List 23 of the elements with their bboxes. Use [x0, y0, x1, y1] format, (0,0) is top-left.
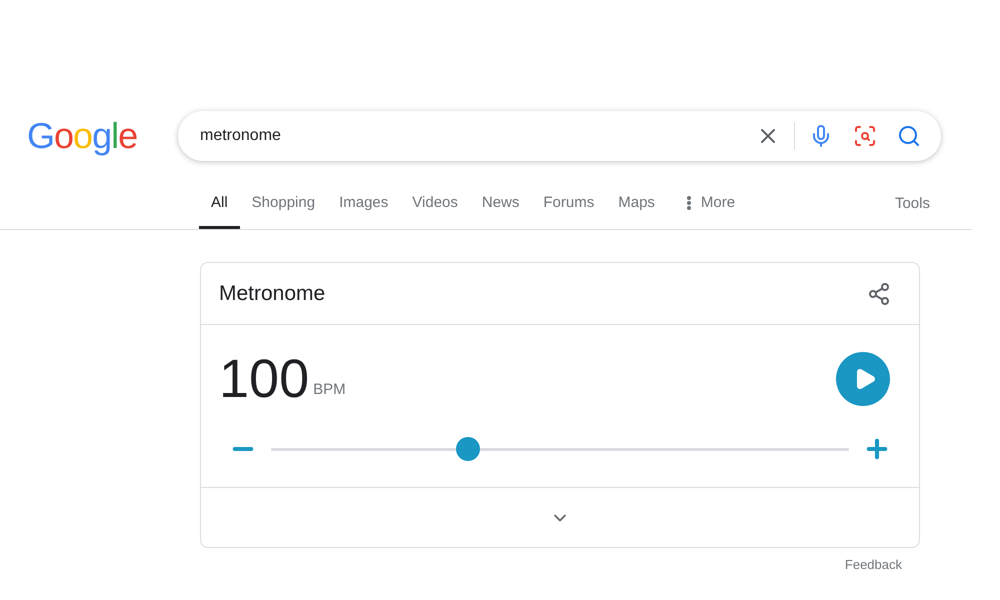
search-tab[interactable]: Forums — [531, 184, 606, 229]
search-query: metronome — [200, 126, 282, 146]
search-tab[interactable]: Maps — [606, 184, 667, 229]
camera-search-icon[interactable] — [853, 124, 877, 148]
search-field[interactable]: metronome — [178, 111, 941, 161]
search-tab[interactable]: Images — [327, 184, 400, 229]
google-logo[interactable]: Google — [27, 118, 178, 154]
share-icon[interactable] — [867, 282, 891, 306]
search-tab[interactable]: All — [199, 184, 240, 229]
tempo-value: 100 — [219, 352, 310, 406]
search-tab[interactable]: Videos — [400, 184, 470, 229]
tools-button[interactable]: Tools — [894, 192, 930, 229]
slider-thumb[interactable] — [456, 437, 480, 461]
search-tab[interactable]: Shopping — [240, 184, 328, 229]
search-icon[interactable] — [897, 124, 921, 148]
search-tab[interactable]: More — [674, 184, 748, 229]
search-tab[interactable]: News — [470, 184, 532, 229]
more-icon — [686, 196, 691, 210]
feedback-link[interactable]: Feedback — [844, 555, 902, 574]
play-button[interactable] — [836, 352, 890, 406]
tempo-slider[interactable] — [271, 437, 849, 461]
tempo-unit: BPM — [313, 380, 346, 400]
card-title: Metronome — [219, 280, 326, 307]
